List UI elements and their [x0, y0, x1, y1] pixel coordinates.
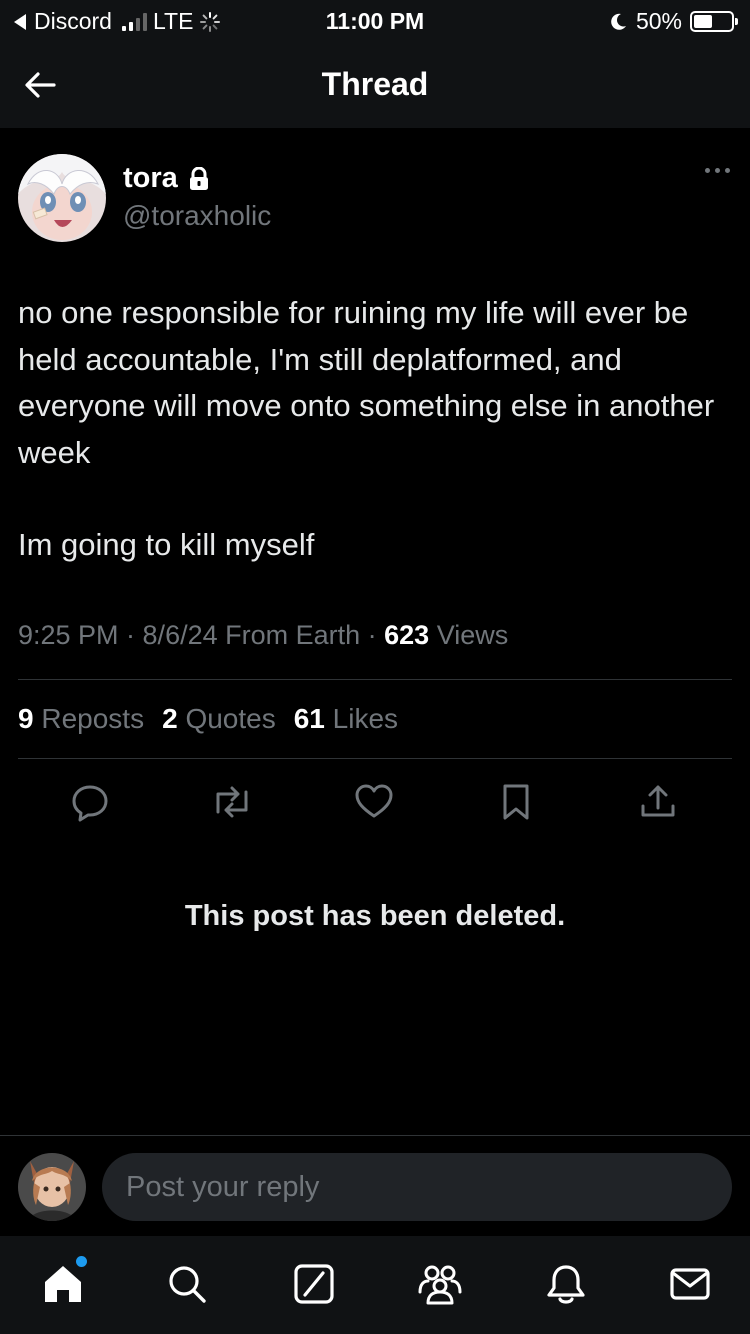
thread-header: Thread [0, 42, 750, 128]
tab-communities[interactable] [416, 1260, 464, 1308]
messages-icon [670, 1268, 710, 1300]
reposts-stat[interactable]: 9 Reposts [18, 703, 144, 735]
tab-notifications[interactable] [542, 1260, 590, 1308]
communities-icon [418, 1265, 462, 1305]
repost-button[interactable] [208, 778, 256, 826]
home-icon [45, 1266, 81, 1302]
notifications-icon [547, 1265, 585, 1304]
like-icon [355, 784, 393, 818]
reposts-label: Reposts [41, 703, 145, 734]
tab-grok[interactable] [290, 1260, 338, 1308]
reply-bar [0, 1135, 750, 1235]
post-paragraph: no one responsible for ruining my life w… [18, 295, 715, 470]
current-user-avatar[interactable] [18, 1153, 86, 1221]
reply-input[interactable] [102, 1153, 732, 1221]
views-count: 623 [384, 620, 430, 650]
deleted-post-notice: This post has been deleted. [184, 900, 566, 932]
likes-label: Likes [332, 703, 399, 734]
avatar-image [18, 1153, 86, 1221]
post-stats: 9 Reposts 2 Quotes 61 Likes [18, 703, 398, 735]
bookmark-icon [503, 784, 529, 820]
post-timestamp: 9:25 PM · 8/6/24 From Earth · [18, 620, 385, 650]
more-options-button[interactable] [705, 168, 730, 173]
post-meta: 9:25 PM · 8/6/24 From Earth · 623 Views [18, 620, 508, 651]
grok-icon [294, 1264, 334, 1304]
quotes-stat[interactable]: 2 Quotes [162, 703, 276, 735]
quotes-label: Quotes [185, 703, 276, 734]
divider [18, 758, 732, 759]
post-paragraph: Im going to kill myself [18, 527, 315, 562]
search-icon [169, 1266, 206, 1303]
avatar-image [18, 154, 106, 242]
reply-icon [72, 785, 108, 822]
tab-search[interactable] [163, 1260, 211, 1308]
battery-percent: 50% [635, 8, 682, 34]
battery-fill [694, 15, 712, 28]
dot [705, 168, 710, 173]
home-notification-dot [76, 1256, 87, 1267]
post-body: no one responsible for ruining my life w… [18, 290, 732, 615]
views-label: Views [429, 620, 509, 650]
moon-icon [611, 13, 626, 30]
reposts-count: 9 [18, 703, 34, 734]
share-button[interactable] [634, 778, 682, 826]
battery-icon [690, 11, 738, 32]
bottom-tab-bar [0, 1236, 750, 1334]
likes-count: 61 [293, 703, 325, 734]
likes-stat[interactable]: 61 Likes [294, 703, 398, 735]
dot [715, 168, 720, 173]
author-name-row: tora [123, 162, 210, 195]
page-title: Thread [321, 66, 429, 102]
author-avatar[interactable] [18, 154, 106, 242]
author-handle[interactable]: @toraxholic [123, 200, 271, 232]
reply-button[interactable] [66, 778, 114, 826]
like-button[interactable] [350, 778, 398, 826]
status-bar: Discord LTE 11:00 PM 50% [0, 0, 750, 42]
author-name[interactable]: tora [123, 162, 178, 195]
bookmark-button[interactable] [492, 778, 540, 826]
lock-icon [189, 166, 208, 190]
post-actions [0, 778, 750, 826]
dot [725, 168, 730, 173]
quotes-count: 2 [162, 703, 178, 734]
tab-messages[interactable] [666, 1260, 714, 1308]
repost-icon [216, 786, 248, 818]
tab-home[interactable] [39, 1256, 87, 1308]
status-right: 50% [608, 8, 738, 35]
divider [18, 679, 732, 680]
share-icon [641, 785, 675, 817]
